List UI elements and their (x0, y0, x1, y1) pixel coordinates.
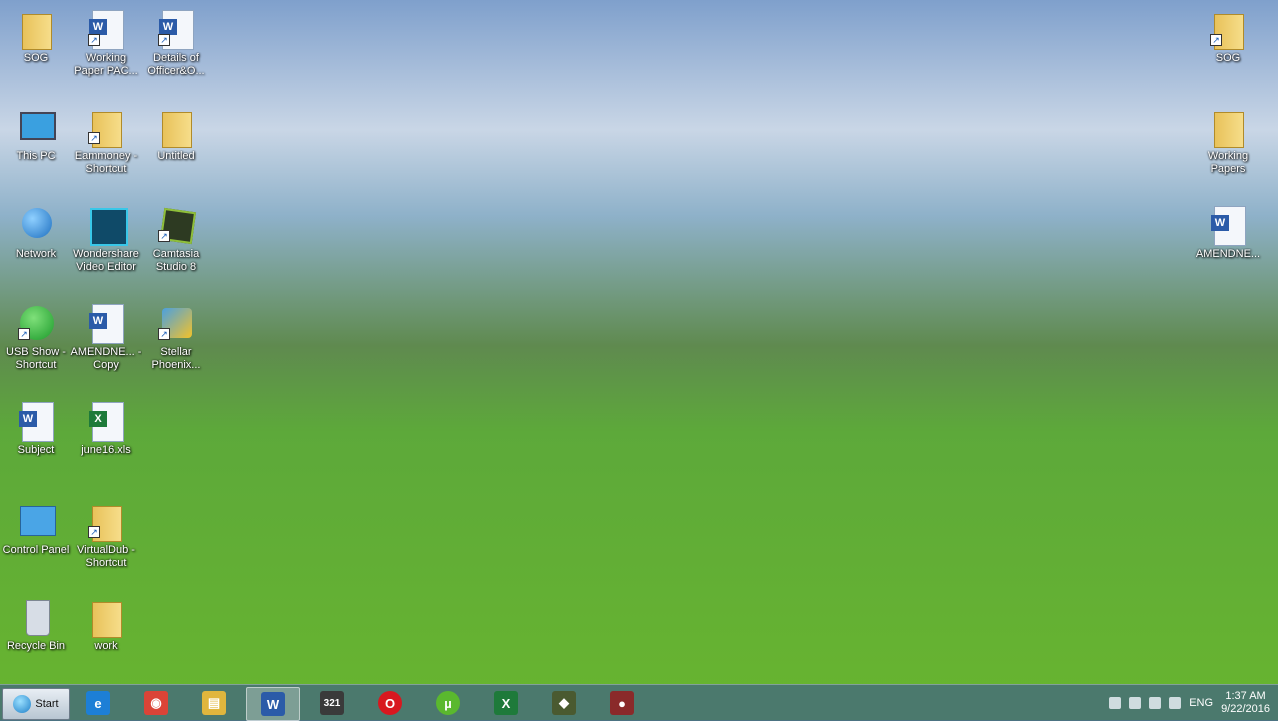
icon-label: Working Paper PAC... (74, 52, 138, 77)
network-status-icon[interactable] (1149, 697, 1162, 709)
video-editor-icon: 321 (320, 691, 344, 715)
start-orb-icon (13, 695, 32, 713)
icon-label: Network (15, 248, 57, 260)
desktop-icon-amendne-copy[interactable]: W AMENDNE... - Copy (70, 296, 142, 384)
icon-label: Recycle Bin (6, 640, 66, 652)
clock-time: 1:37 AM (1225, 690, 1266, 702)
desktop-icon-work[interactable]: work (70, 590, 142, 678)
desktop-icon-wondershare[interactable]: Wondershare Video Editor (70, 198, 142, 286)
icon-label: AMENDNE... - Copy (70, 346, 142, 371)
taskbar-camtasia-recorder[interactable]: ● (596, 687, 648, 719)
taskbar-chrome[interactable]: ◉ (130, 687, 182, 719)
folder-icon: ↗ (86, 106, 126, 148)
icon-label: Details of Officer&O... (147, 52, 205, 77)
camtasia-icon: ◆ (552, 691, 576, 715)
utorrent-icon: µ (436, 691, 460, 715)
system-tray: ENG 1:37 AM 9/22/2016 (1050, 685, 1278, 721)
desktop-icon-this-pc[interactable]: This PC (0, 100, 72, 188)
recycle-bin-icon (16, 596, 56, 636)
clock[interactable]: 1:37 AM 9/22/2016 (1221, 690, 1270, 716)
word-doc-icon: W ↗ (86, 8, 126, 50)
desktop-icon-sog-user[interactable]: SOG (0, 2, 72, 90)
icon-label: Untitled (157, 150, 195, 162)
user-folder-icon (16, 8, 56, 50)
taskbar-excel[interactable]: X (480, 687, 532, 719)
desktop-icon-june16[interactable]: X june16.xls (70, 394, 142, 482)
taskbar-video-editor[interactable]: 321 (306, 687, 358, 719)
word-doc-icon: W (16, 400, 56, 442)
desktop-icon-sog-folder[interactable]: ↗ SOG (1192, 2, 1264, 90)
taskbar-utorrent[interactable]: µ (422, 687, 474, 719)
chrome-icon: ◉ (144, 691, 168, 715)
desktop-icon-details-of-officer[interactable]: W ↗ Details of Officer&O... (140, 2, 212, 90)
desktop-icon-camtasia[interactable]: ↗ Camtasia Studio 8 (140, 198, 212, 286)
file-explorer-icon: ▤ (202, 691, 226, 715)
usb-show-icon: ↗ (16, 302, 56, 342)
folder-icon (86, 596, 126, 638)
icon-label: Subject (17, 444, 55, 456)
icon-label: Stellar Phoenix... (151, 346, 201, 371)
icon-label: This PC (16, 150, 56, 162)
icon-label: AMENDNE... (1195, 248, 1261, 260)
control-panel-icon (16, 500, 56, 540)
word-doc-icon: W ↗ (156, 8, 196, 50)
show-hidden-icons-icon[interactable] (1109, 697, 1122, 709)
clock-date: 9/22/2016 (1221, 703, 1270, 715)
taskbar-opera[interactable]: O (364, 687, 416, 719)
word-doc-icon: W (86, 302, 126, 344)
desktop-icon-recycle-bin[interactable]: Recycle Bin (0, 590, 72, 678)
desktop-icon-virtualdub[interactable]: ↗ VirtualDub - Shortcut (70, 494, 142, 582)
icon-label: Eammoney - Shortcut (74, 150, 138, 175)
icon-label: work (94, 640, 118, 652)
camtasia-icon: ↗ (156, 204, 197, 245)
icon-label: SOG (1215, 52, 1241, 64)
icon-label: USB Show - Shortcut (6, 346, 66, 371)
desktop-icon-usb-show[interactable]: ↗ USB Show - Shortcut (0, 296, 72, 384)
excel-icon: X (494, 691, 518, 715)
desktop-icon-control-panel[interactable]: Control Panel (0, 494, 72, 582)
excel-doc-icon: X (86, 400, 126, 442)
icon-label: Camtasia Studio 8 (152, 248, 200, 273)
icon-label: Wondershare Video Editor (73, 248, 139, 273)
folder-icon (1208, 106, 1248, 148)
desktop-icon-working-paper-pac[interactable]: W ↗ Working Paper PAC... (70, 2, 142, 90)
video-editor-icon (86, 204, 128, 246)
camtasia-recorder-icon: ● (610, 691, 634, 715)
word-doc-icon: W (1208, 204, 1248, 246)
start-button[interactable]: Start (2, 688, 70, 720)
taskbar-file-explorer[interactable]: ▤ (188, 687, 240, 719)
taskbar-camtasia[interactable]: ◆ (538, 687, 590, 719)
stellar-phoenix-icon: ↗ (156, 302, 196, 342)
start-label: Start (35, 698, 59, 710)
desktop-icon-untitled[interactable]: Untitled (140, 100, 212, 188)
desktop-icon-working-papers[interactable]: Working Papers (1192, 100, 1264, 188)
desktop-icon-amendne[interactable]: W AMENDNE... (1192, 198, 1264, 286)
desktop: SOG This PC Network ↗ USB Show - Shortcu… (0, 0, 1278, 684)
taskbar-internet-explorer[interactable]: e (72, 687, 124, 719)
folder-icon (156, 106, 196, 148)
computer-icon (16, 106, 56, 146)
folder-icon: ↗ (1208, 8, 1248, 50)
internet-explorer-icon: e (86, 691, 110, 715)
desktop-icon-stellar-phoenix[interactable]: ↗ Stellar Phoenix... (140, 296, 212, 384)
action-center-icon[interactable] (1129, 697, 1142, 709)
icon-label: VirtualDub - Shortcut (77, 544, 135, 569)
word-icon: W (261, 692, 285, 716)
volume-icon[interactable] (1169, 697, 1182, 709)
desktop-icon-subject[interactable]: W Subject (0, 394, 72, 482)
language-indicator[interactable]: ENG (1189, 697, 1213, 709)
icon-label: Control Panel (2, 544, 70, 556)
desktop-icon-eammoney[interactable]: ↗ Eammoney - Shortcut (70, 100, 142, 188)
taskbar-word[interactable]: W (246, 687, 300, 721)
opera-icon: O (378, 691, 402, 715)
icon-label: Working Papers (1207, 150, 1249, 175)
desktop-icon-network[interactable]: Network (0, 198, 72, 286)
folder-icon: ↗ (86, 500, 126, 542)
network-icon (16, 204, 56, 244)
icon-label: SOG (23, 52, 49, 64)
taskbar: Start e ◉ ▤ W 321 O µ X ◆ ● ENG 1:37 AM … (0, 684, 1278, 721)
icon-label: june16.xls (81, 444, 131, 456)
